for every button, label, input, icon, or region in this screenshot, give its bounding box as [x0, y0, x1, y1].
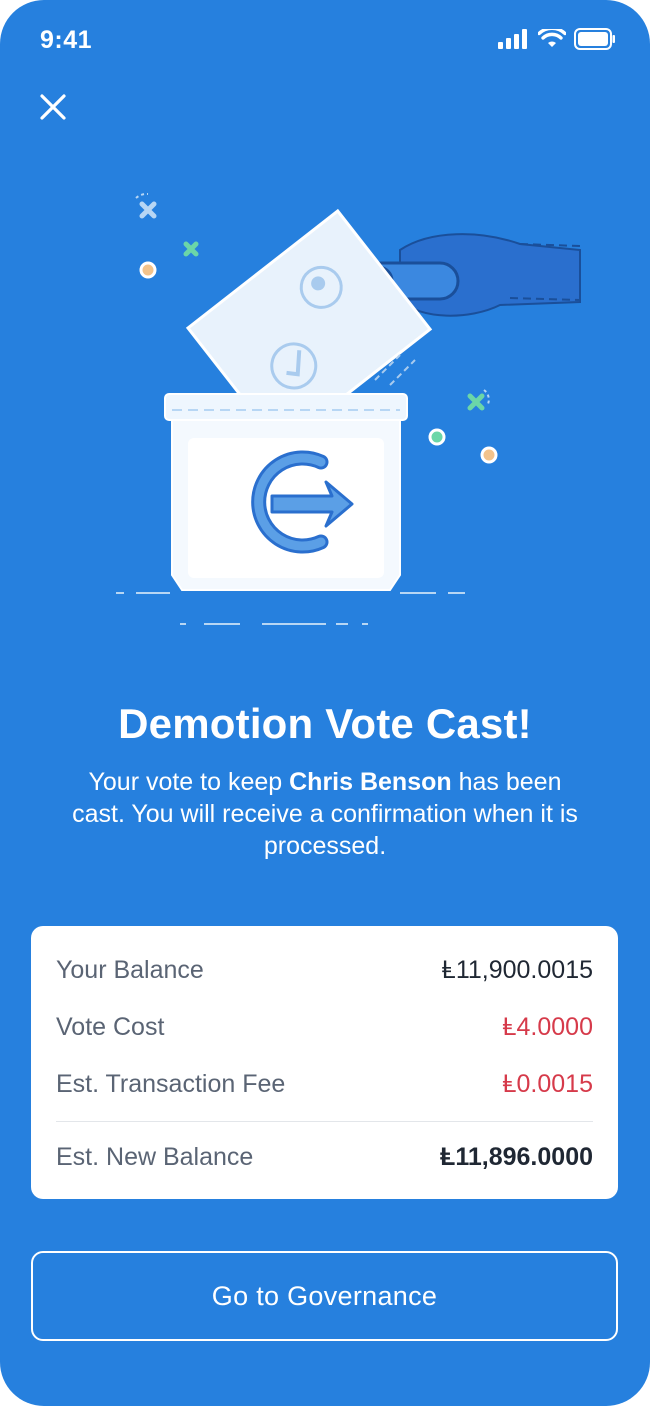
- status-bar: 9:41: [0, 0, 650, 80]
- balance-summary-card: Your Balance Ⱡ11,900.0015 Vote Cost Ⱡ4.0…: [31, 926, 618, 1199]
- go-to-governance-button[interactable]: Go to Governance: [31, 1251, 618, 1341]
- ballot-box-illustration: [116, 192, 581, 625]
- ground-lines: [116, 592, 465, 625]
- divider: [56, 1121, 593, 1122]
- status-icons: [498, 28, 616, 50]
- ballot-box-lid: [164, 393, 408, 421]
- summary-row-balance: Your Balance Ⱡ11,900.0015: [56, 953, 593, 987]
- status-time: 9:41: [40, 26, 93, 54]
- row-value: Ⱡ11,900.0015: [441, 955, 593, 984]
- signal-icon: [498, 29, 527, 49]
- row-label: Your Balance: [56, 955, 204, 984]
- battery-icon: [574, 28, 615, 50]
- row-value: Ⱡ11,896.0000: [440, 1142, 593, 1171]
- close-icon: [40, 94, 66, 120]
- vote-cast-screen: 9:41 Demotion Vote Cast! Your vote to ke…: [0, 0, 650, 1406]
- close-button[interactable]: [36, 90, 70, 124]
- confirmation-message: Your vote to keep Chris Benson has been …: [60, 766, 590, 862]
- page-title: Demotion Vote Cast!: [118, 700, 532, 747]
- row-value: Ⱡ4.0000: [502, 1012, 593, 1041]
- candidate-name: Chris Benson: [289, 768, 452, 796]
- wifi-icon: [538, 29, 566, 47]
- row-label: Vote Cost: [56, 1012, 165, 1041]
- row-label: Est. New Balance: [56, 1142, 254, 1171]
- row-value: Ⱡ0.0015: [502, 1069, 593, 1098]
- row-label: Est. Transaction Fee: [56, 1069, 286, 1098]
- summary-row-fee: Est. Transaction Fee Ⱡ0.0015: [56, 1067, 593, 1101]
- summary-row-vote-cost: Vote Cost Ⱡ4.0000: [56, 1010, 593, 1044]
- summary-row-new-balance: Est. New Balance Ⱡ11,896.0000: [56, 1140, 593, 1174]
- message-text: Your vote to keep: [88, 768, 290, 796]
